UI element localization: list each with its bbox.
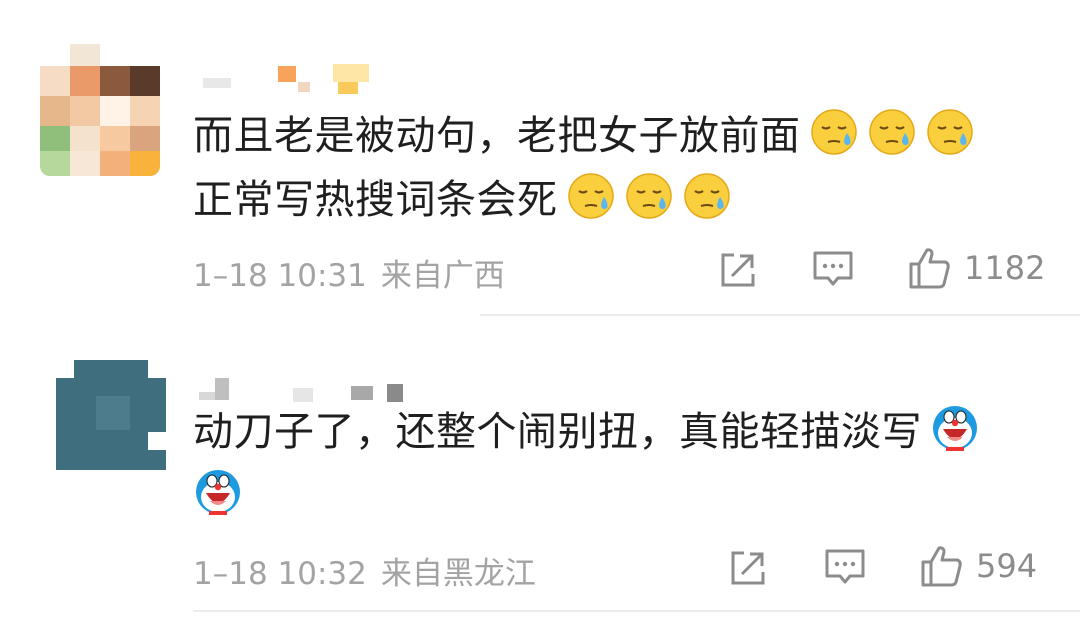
like-count: 1182	[964, 249, 1046, 287]
sweat-face-icon	[566, 171, 616, 221]
comment-text-line: 动刀子了，还整个闹别扭，真能轻描淡写	[193, 409, 922, 455]
sweat-face-icon	[925, 107, 975, 157]
sweat-face-icon	[809, 107, 859, 157]
comment-icon	[813, 251, 853, 286]
comment-time: 1–18 10:31	[193, 258, 367, 294]
comment-icon	[825, 549, 865, 584]
comment-text-line: 正常写热搜词条会死	[193, 177, 558, 223]
doraemon-laugh-icon	[193, 467, 243, 517]
comment-text: 而且老是被动句，老把女子放前面 正常写热搜词条会死	[193, 104, 975, 232]
comment-location: 来自黑龙江	[380, 556, 536, 592]
comment-item: 而且老是被动句，老把女子放前面 正常写热搜词条会死 1–18 10:31 来自广西…	[0, 0, 1080, 316]
sweat-face-icon	[624, 171, 674, 221]
share-button[interactable]	[728, 548, 768, 588]
username-redacted[interactable]	[193, 60, 373, 96]
share-icon	[721, 253, 755, 287]
comment-button[interactable]	[824, 548, 866, 588]
doraemon-laugh-icon	[930, 403, 980, 453]
comment-text: 动刀子了，还整个闹别扭，真能轻描淡写	[193, 400, 980, 528]
thumbs-up-icon	[909, 248, 950, 289]
share-icon	[731, 551, 765, 585]
comment-time: 1–18 10:32	[193, 556, 367, 592]
like-button[interactable]: 1182	[908, 246, 1045, 290]
like-count: 594	[976, 547, 1038, 585]
comment-meta: 1–18 10:31 来自广西	[193, 250, 505, 295]
sweat-face-icon	[682, 171, 732, 221]
comment-button[interactable]	[812, 250, 854, 290]
like-button[interactable]: 594	[920, 544, 1037, 588]
sweat-face-icon	[867, 107, 917, 157]
share-button[interactable]	[718, 250, 758, 290]
avatar[interactable]	[40, 44, 160, 176]
comment-location: 来自广西	[380, 258, 505, 294]
comment-divider	[193, 610, 1080, 612]
avatar[interactable]	[56, 360, 166, 470]
comment-meta: 1–18 10:32 来自黑龙江	[193, 548, 536, 593]
comment-item: 动刀子了，还整个闹别扭，真能轻描淡写 1–18 10:32 来自黑龙江 594	[0, 316, 1080, 626]
comment-text-line: 而且老是被动句，老把女子放前面	[193, 113, 801, 159]
thumbs-up-icon	[921, 546, 962, 587]
